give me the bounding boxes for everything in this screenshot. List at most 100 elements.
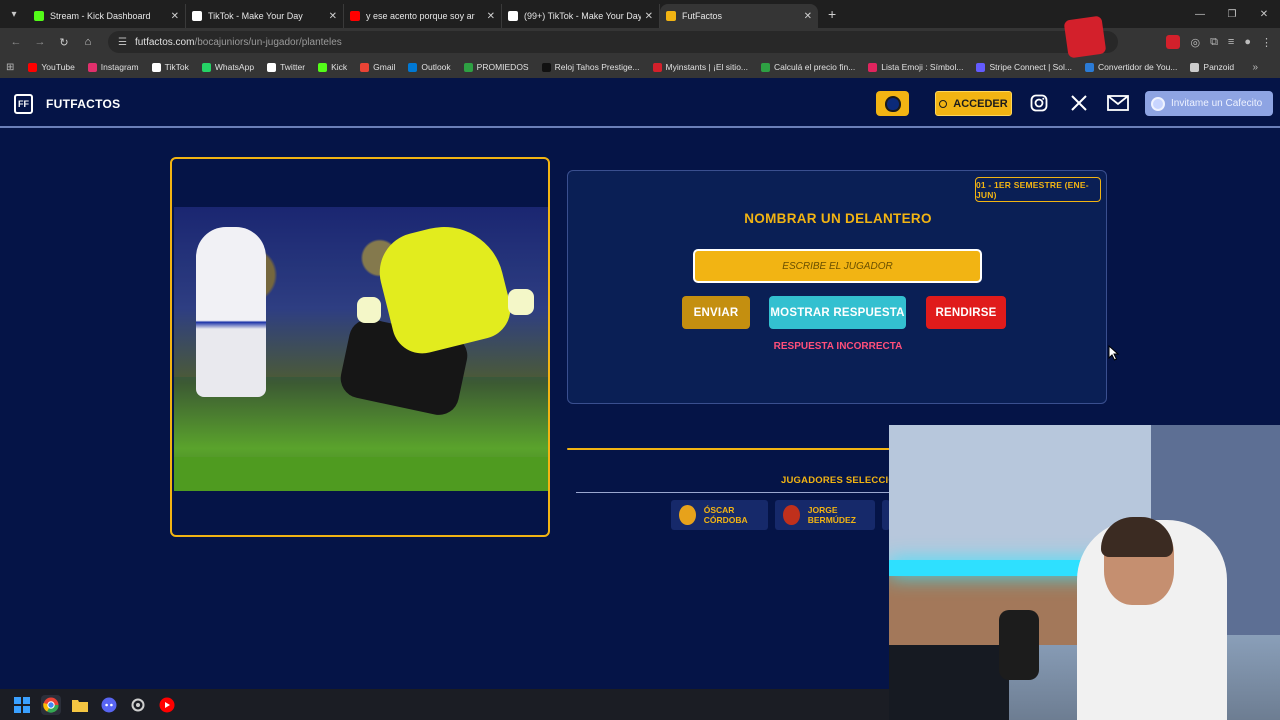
- cafecito-button[interactable]: Invitame un Cafecito: [1145, 91, 1273, 116]
- player-photo-card: [170, 157, 550, 537]
- give-up-button[interactable]: RENDIRSE: [926, 296, 1006, 329]
- extension-icon[interactable]: [1166, 35, 1181, 49]
- browser-tab[interactable]: (99+) TikTok - Make Your Day ✕: [502, 4, 660, 28]
- url-field[interactable]: ☰ futfactos.com/bocajuniors/un-jugador/p…: [108, 31, 1118, 53]
- browser-tab[interactable]: TikTok - Make Your Day ✕: [186, 4, 344, 28]
- forward-icon[interactable]: →: [28, 36, 52, 48]
- close-tab-icon[interactable]: ✕: [487, 11, 495, 22]
- bookmark-label: YouTube: [41, 62, 75, 72]
- x-twitter-icon[interactable]: [1068, 92, 1090, 114]
- file-explorer-icon[interactable]: [70, 695, 90, 715]
- close-tab-icon[interactable]: ✕: [804, 11, 812, 22]
- quiz-panel: 01 - 1ER SEMESTRE (ENE-JUN) NOMBRAR UN D…: [567, 170, 1107, 404]
- browser-tab[interactable]: y ese acento porque soy ar ✕: [344, 4, 502, 28]
- browser-tab-active[interactable]: FutFactos ✕: [660, 4, 818, 28]
- browser-tab-title: Stream - Kick Dashboard: [50, 11, 151, 21]
- bookmark-label: Kick: [331, 62, 348, 72]
- close-tab-icon[interactable]: ✕: [171, 11, 179, 22]
- player-avatar: [679, 505, 696, 525]
- bookmark-item[interactable]: Gmail: [360, 62, 395, 72]
- bookmark-label: Myinstants | ¡El sitio...: [665, 62, 749, 72]
- calculator-icon: [761, 62, 771, 72]
- bookmark-item[interactable]: Stripe Connect | Sol...: [976, 62, 1072, 72]
- converter-icon: [1085, 62, 1095, 72]
- selected-player-chip[interactable]: ÓSCAR CÓRDOBA: [671, 500, 768, 530]
- tab-search-icon[interactable]: ▾: [0, 0, 28, 28]
- bookmark-item[interactable]: Lista Emoji : Símbol...: [868, 62, 963, 72]
- tiktok-icon: [151, 62, 161, 72]
- url-path: /bocajuniors/un-jugador/planteles: [194, 36, 342, 48]
- back-icon[interactable]: ←: [4, 36, 28, 48]
- bookmark-item[interactable]: Reloj Tahos Prestige...: [541, 62, 640, 72]
- browser-tab[interactable]: Stream - Kick Dashboard ✕: [28, 4, 186, 28]
- kebab-menu-icon[interactable]: ⋮: [1261, 36, 1272, 49]
- bookmark-item[interactable]: Kick: [318, 62, 347, 72]
- kick-icon: [34, 11, 44, 21]
- bookmark-item[interactable]: PROMIEDOS: [463, 62, 529, 72]
- login-button[interactable]: ACCEDER: [935, 91, 1012, 116]
- mouse-cursor-icon: [1108, 345, 1120, 361]
- player-name-input[interactable]: [693, 249, 982, 283]
- tiktok-icon: [508, 11, 518, 21]
- bookmark-item[interactable]: TikTok: [151, 62, 189, 72]
- reload-icon[interactable]: ↻: [52, 36, 76, 49]
- bookmark-item[interactable]: WhatsApp: [201, 62, 254, 72]
- bookmark-label: Reloj Tahos Prestige...: [554, 62, 640, 72]
- new-tab-icon[interactable]: +: [828, 6, 836, 22]
- chrome-icon[interactable]: [41, 694, 61, 715]
- browser-tab-title: TikTok - Make Your Day: [208, 11, 303, 21]
- windows-start-icon[interactable]: [12, 695, 32, 715]
- bookmark-item[interactable]: YouTube: [28, 62, 75, 72]
- bookmark-label: Instagram: [100, 62, 139, 72]
- youtube-app-icon[interactable]: [157, 695, 177, 715]
- puzzle-icon[interactable]: ⧉: [1210, 36, 1218, 49]
- bookmark-label: Lista Emoji : Símbol...: [881, 62, 964, 72]
- club-selector-button[interactable]: [876, 91, 909, 116]
- site-info-icon[interactable]: ☰: [118, 37, 127, 48]
- site-logo-text[interactable]: FUTFACTOS: [46, 97, 120, 111]
- bookmark-item[interactable]: Outlook: [408, 62, 451, 72]
- settings-icon[interactable]: [128, 695, 148, 715]
- home-icon[interactable]: ⌂: [76, 36, 100, 48]
- bookmark-item[interactable]: Panzoid: [1190, 62, 1234, 72]
- bookmark-item[interactable]: Myinstants | ¡El sitio...: [652, 62, 749, 72]
- player-name: JORGE BERMÚDEZ: [807, 505, 856, 525]
- quiz-title: NOMBRAR UN DELANTERO: [744, 211, 932, 226]
- menu-list-icon[interactable]: ≡: [1228, 36, 1234, 48]
- photo-player-white-kit: [196, 227, 266, 397]
- webcam-overlay: [889, 425, 1280, 720]
- bookmark-item[interactable]: Twitter: [267, 62, 305, 72]
- webcam-monitor: [889, 645, 1009, 720]
- kick-icon: [318, 62, 328, 72]
- windows-taskbar: [0, 689, 889, 720]
- selected-player-chip[interactable]: JORGE BERMÚDEZ: [775, 500, 875, 530]
- semester-badge[interactable]: 01 - 1ER SEMESTRE (ENE-JUN): [975, 177, 1101, 202]
- close-window-icon[interactable]: ✕: [1248, 9, 1280, 20]
- mail-icon[interactable]: [1107, 92, 1129, 114]
- player-avatar: [783, 505, 800, 525]
- close-tab-icon[interactable]: ✕: [329, 11, 337, 22]
- more-bookmarks-icon[interactable]: »: [1252, 62, 1258, 73]
- futfactos-logo-icon[interactable]: FF: [14, 94, 33, 114]
- bookmark-item[interactable]: Calculá el precio fin...: [761, 62, 855, 72]
- promiedos-icon: [463, 62, 473, 72]
- browser-tab-title: y ese acento porque soy ar: [366, 11, 475, 21]
- webcam-microphone: [999, 610, 1039, 680]
- extension-icon[interactable]: ◎: [1190, 36, 1200, 49]
- watch-icon: [541, 62, 551, 72]
- minimize-icon[interactable]: —: [1184, 9, 1216, 20]
- photo-glove: [508, 289, 534, 315]
- bookmark-item[interactable]: Instagram: [87, 62, 139, 72]
- send-button[interactable]: ENVIAR: [682, 296, 750, 329]
- discord-icon[interactable]: [99, 695, 119, 715]
- instagram-icon[interactable]: [1028, 92, 1050, 114]
- url-host: futfactos.com: [134, 36, 195, 48]
- bookmark-item[interactable]: Convertidor de You...: [1085, 62, 1177, 72]
- apps-grid-icon[interactable]: ⊞: [6, 62, 14, 73]
- profile-icon[interactable]: ●: [1244, 36, 1251, 48]
- site-header: FF FUTFACTOS ACCEDER Invitame un Cafecit…: [0, 78, 1280, 128]
- close-tab-icon[interactable]: ✕: [645, 11, 653, 22]
- restore-icon[interactable]: ❐: [1216, 9, 1248, 20]
- bookmark-label: Twitter: [280, 62, 306, 72]
- show-answer-button[interactable]: MOSTRAR RESPUESTA: [769, 296, 906, 329]
